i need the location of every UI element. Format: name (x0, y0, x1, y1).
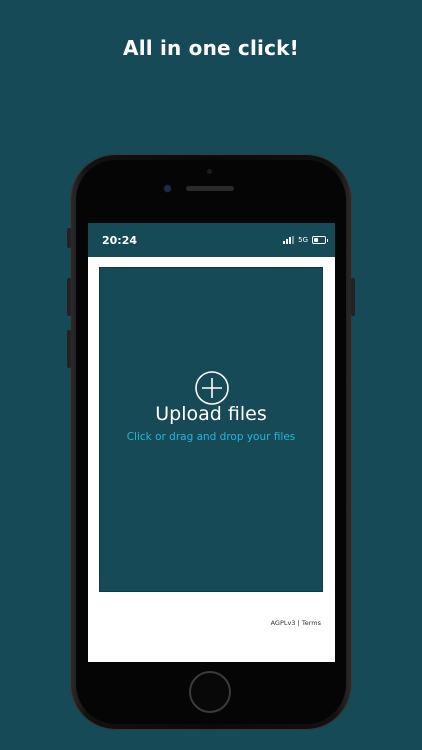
status-time: 20:24 (102, 234, 138, 247)
status-bar: 20:24 5G (88, 223, 335, 257)
home-button (189, 671, 231, 713)
volume-down-button (67, 330, 71, 368)
upload-hint: Click or drag and drop your files (126, 431, 296, 443)
power-button (351, 278, 355, 316)
phone-screen: 20:24 5G Upload files Click or drag and … (88, 223, 335, 662)
footer-links: AGPLv3 | Terms (271, 619, 321, 627)
footer-separator: | (297, 619, 300, 627)
volume-up-button (67, 278, 71, 316)
network-label: 5G (298, 236, 308, 244)
battery-icon (312, 236, 328, 244)
license-link[interactable]: AGPLv3 (271, 619, 296, 627)
terms-link[interactable]: Terms (302, 619, 321, 627)
promo-headline: All in one click! (123, 36, 299, 60)
signal-bars-icon (283, 236, 295, 244)
proximity-sensor (207, 169, 212, 174)
upload-title: Upload files (155, 403, 267, 425)
status-indicators: 5G (283, 235, 328, 245)
front-camera-icon (164, 185, 171, 192)
upload-dropzone[interactable]: Upload files Click or drag and drop your… (99, 267, 323, 592)
plus-circle-icon (195, 371, 229, 405)
earpiece-speaker (186, 186, 234, 191)
mute-switch (67, 228, 71, 248)
